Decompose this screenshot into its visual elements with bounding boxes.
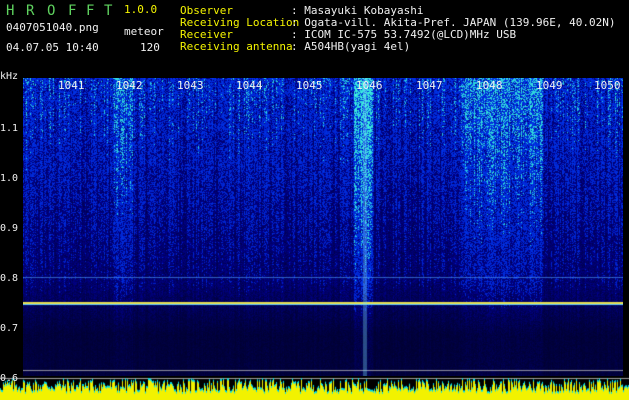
antenna-value: : A504HB(yagi 4el) (291, 40, 411, 53)
amplitude-strip (0, 376, 629, 400)
x-tick-label: 1047 (416, 79, 443, 92)
x-tick-label: 1050 (594, 79, 621, 92)
spectrogram-canvas (23, 78, 623, 382)
y-tick-label: 1.1 (0, 123, 19, 134)
version-label: 1.0.0 (124, 3, 158, 16)
x-tick-label: 1043 (177, 79, 204, 92)
filename-label: 0407051040.png (6, 21, 99, 34)
logo-letter: F (68, 3, 77, 19)
logo-letter: T (104, 3, 113, 19)
logo-letter: R (26, 3, 35, 19)
y-tick-label: 0.7 (0, 323, 19, 334)
mode-label: meteor (124, 25, 164, 38)
receiver-value: : ICOM IC-575 53.7492(@LCD)MHz USB (291, 28, 517, 41)
location-label: Receiving Location (180, 16, 300, 29)
spectrogram (23, 78, 623, 382)
observer-value: : Masayuki Kobayashi (291, 4, 424, 17)
logo-letter: F (86, 3, 95, 19)
x-tick-label: 1042 (116, 79, 143, 92)
x-tick-label: 1045 (296, 79, 323, 92)
logo-letter: O (47, 3, 56, 19)
y-tick-label: 1.0 (0, 173, 19, 184)
observer-label: Observer (180, 4, 233, 17)
count-label: 120 (140, 41, 160, 54)
y-tick-label: 0.6 (0, 373, 19, 384)
y-tick-label: 0.9 (0, 223, 19, 234)
antenna-label: Receiving antenna (180, 40, 293, 53)
x-tick-label: 1049 (536, 79, 563, 92)
x-tick-label: 1041 (58, 79, 85, 92)
datetime-label: 04.07.05 10:40 (6, 41, 99, 54)
x-tick-label: 1048 (476, 79, 503, 92)
x-tick-label: 1046 (356, 79, 383, 92)
header-panel: H R O F F T 1.0.0 0407051040.png meteor … (0, 0, 629, 78)
receiver-label: Receiver (180, 28, 233, 41)
y-tick-label: 0.8 (0, 273, 19, 284)
y-unit-label: kHz (0, 71, 19, 82)
location-value: : Ogata-vill. Akita-Pref. JAPAN (139.96E… (291, 16, 616, 29)
logo-letter: H (6, 3, 17, 19)
x-tick-label: 1044 (236, 79, 263, 92)
